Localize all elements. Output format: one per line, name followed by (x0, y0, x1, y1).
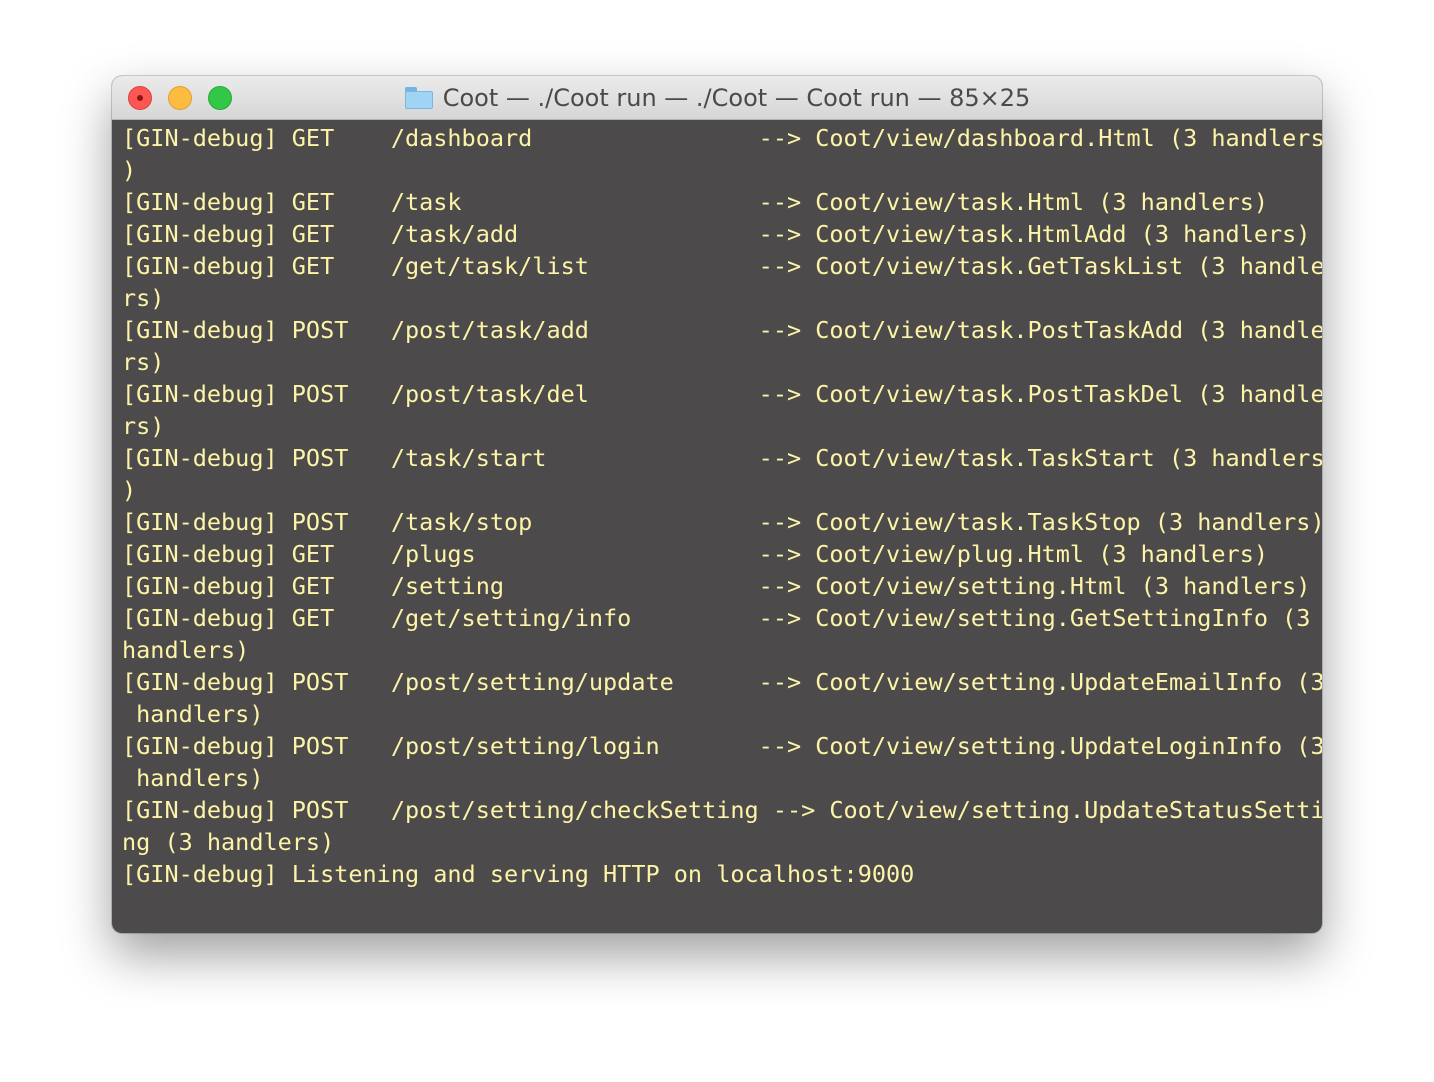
terminal-line: handlers) (122, 764, 264, 792)
terminal-output[interactable]: [GIN-debug] GET /dashboard --> Coot/view… (112, 122, 1322, 933)
terminal-line: [GIN-debug] Listening and serving HTTP o… (122, 860, 915, 888)
terminal-line: [GIN-debug] POST /post/setting/login -->… (122, 732, 1322, 760)
terminal-line: [GIN-debug] POST /post/setting/checkSett… (122, 796, 1322, 824)
window-title: Coot — ./Coot run — ./Coot — Coot run — … (442, 84, 1031, 112)
terminal-line: ng (3 handlers) (122, 828, 335, 856)
terminal-line: [GIN-debug] GET /setting --> Coot/view/s… (122, 572, 1311, 600)
terminal-line: [GIN-debug] GET /task/add --> Coot/view/… (122, 220, 1311, 248)
terminal-line: [GIN-debug] POST /post/task/del --> Coot… (122, 380, 1322, 408)
terminal-line: [GIN-debug] POST /task/start --> Coot/vi… (122, 444, 1322, 472)
terminal-line: handlers) (122, 636, 250, 664)
terminal-line: rs) (122, 412, 165, 440)
terminal-window: Coot — ./Coot run — ./Coot — Coot run — … (112, 76, 1322, 933)
prompt-line[interactable] (122, 922, 1322, 933)
terminal-line: [GIN-debug] GET /get/task/list --> Coot/… (122, 252, 1322, 280)
window-title-group: Coot — ./Coot run — ./Coot — Coot run — … (112, 76, 1322, 120)
terminal-line: [GIN-debug] POST /post/setting/update --… (122, 668, 1322, 696)
terminal-line: [GIN-debug] GET /task --> Coot/view/task… (122, 188, 1269, 216)
title-bar[interactable]: Coot — ./Coot run — ./Coot — Coot run — … (112, 76, 1322, 120)
terminal-line: [GIN-debug] GET /plugs --> Coot/view/plu… (122, 540, 1269, 568)
terminal-line: [GIN-debug] POST /post/task/add --> Coot… (122, 316, 1322, 344)
terminal-line: [GIN-debug] POST /task/stop --> Coot/vie… (122, 508, 1322, 536)
terminal-line: rs) (122, 348, 165, 376)
folder-icon[interactable] (404, 86, 434, 110)
terminal-line: handlers) (122, 700, 264, 728)
terminal-line: ) (122, 156, 137, 184)
terminal-line: [GIN-debug] GET /dashboard --> Coot/view… (122, 124, 1322, 152)
terminal-line: rs) (122, 284, 165, 312)
terminal-line: [GIN-debug] GET /get/setting/info --> Co… (122, 604, 1311, 632)
terminal-line: ) (122, 476, 137, 504)
